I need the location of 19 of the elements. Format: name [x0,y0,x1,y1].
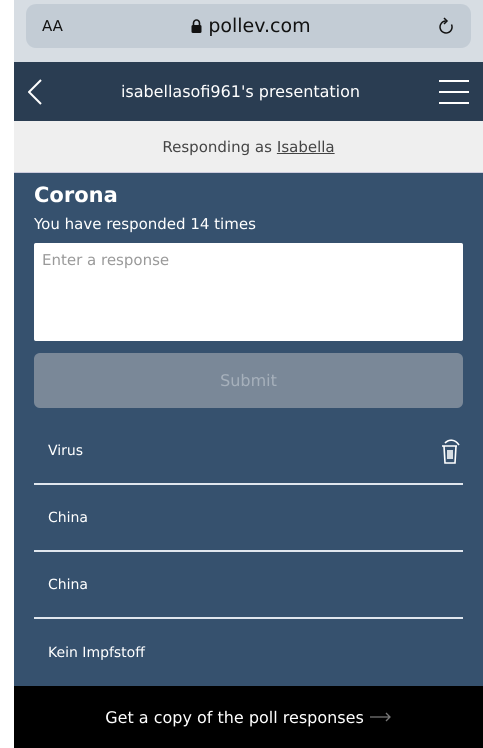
url-text: pollev.com [208,15,311,37]
poll-title: Corona [34,183,119,207]
response-text: Virus [48,442,84,458]
presentation-title: isabellasofi961's presentation [120,82,362,101]
poll-responses-link[interactable]: Get a copy of the poll responses [105,708,364,726]
menu-icon[interactable] [439,78,469,104]
lock-icon [191,19,202,33]
response-text: China [48,576,88,592]
back-icon[interactable] [28,78,42,104]
text-size-button[interactable]: AA [42,17,63,35]
address-bar[interactable]: AA pollev.com [26,4,471,48]
responding-as-label: Responding as [162,138,272,156]
response-text: China [48,510,88,526]
response-count: You have responded 14 times [34,215,257,233]
response-text: Kein Impfstoff [48,644,145,660]
response-field[interactable]: Enter a response [34,243,463,341]
reload-icon[interactable] [439,16,455,36]
user-name-link[interactable]: Isabella [276,138,335,156]
arrow-icon [370,712,392,722]
